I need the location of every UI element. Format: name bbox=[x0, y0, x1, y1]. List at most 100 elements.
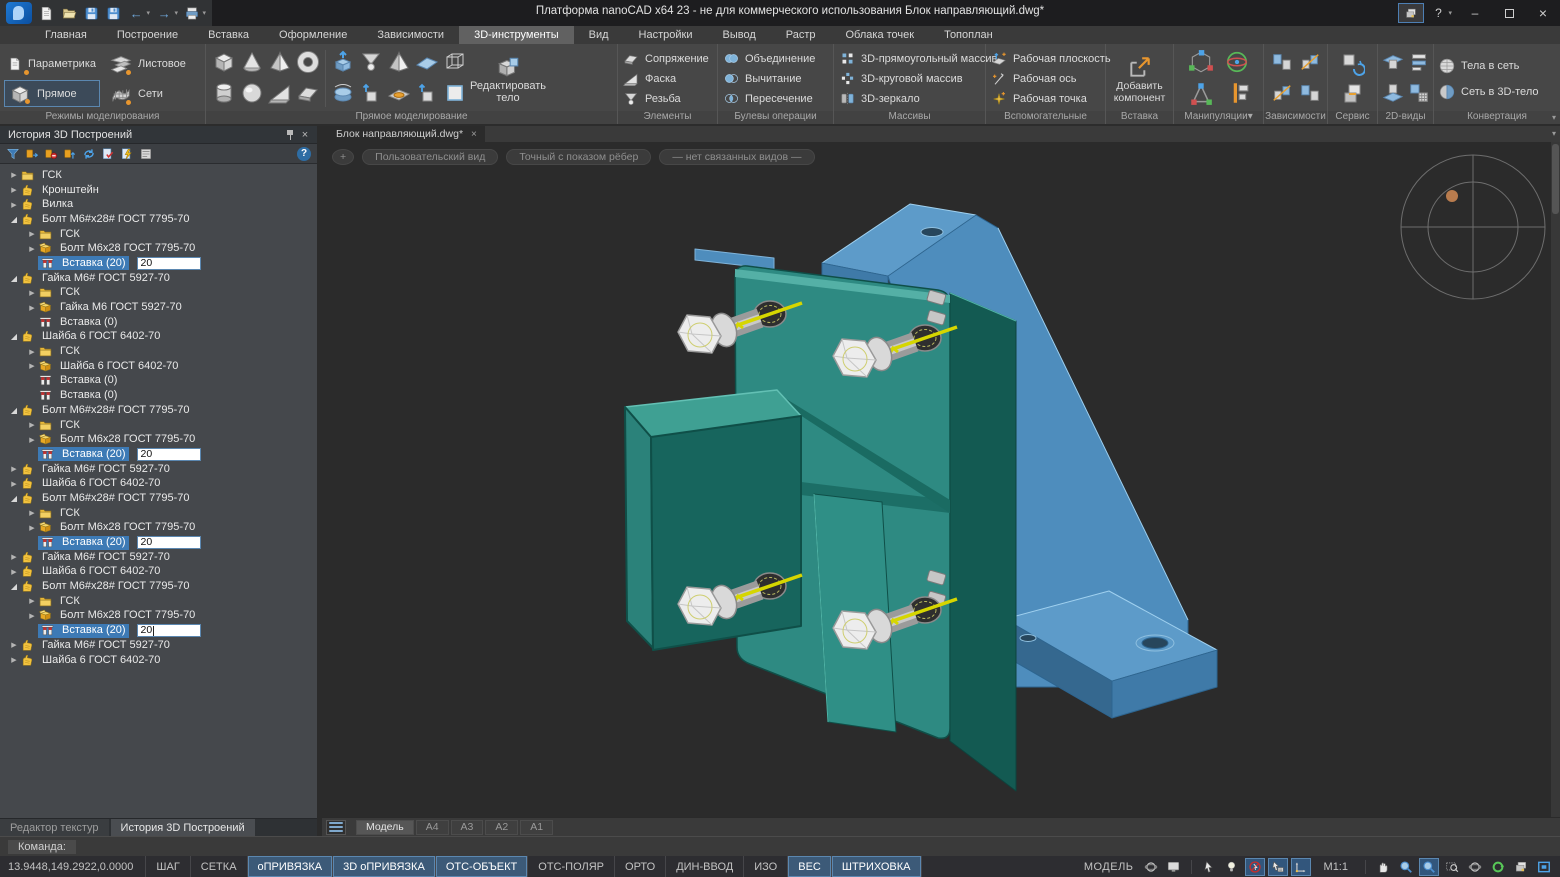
tree-item[interactable]: Вставка (20)20 bbox=[0, 447, 317, 462]
tree-count-input[interactable]: 20 bbox=[137, 624, 201, 637]
layout-list-icon[interactable] bbox=[326, 820, 346, 835]
collapsed-arrow-icon[interactable]: ▶ bbox=[26, 245, 38, 253]
tree-item[interactable]: Вставка (20)20 bbox=[0, 623, 317, 638]
wedge-tool-icon[interactable] bbox=[267, 80, 293, 106]
tree-item[interactable]: ▶ГСК bbox=[0, 506, 317, 521]
ucs-icon[interactable] bbox=[1291, 858, 1311, 876]
redo-icon[interactable]: → bbox=[156, 5, 173, 22]
selection-cursor-icon[interactable] bbox=[1199, 858, 1219, 876]
document-close-icon[interactable]: × bbox=[471, 129, 477, 140]
tree-count-input[interactable]: 20 bbox=[137, 448, 201, 461]
document-tab[interactable]: Блок направляющий.dwg* × bbox=[322, 126, 485, 142]
menu-tab-Главная[interactable]: Главная bbox=[30, 26, 102, 44]
qat-overflow-icon[interactable]: ▾ bbox=[203, 9, 207, 17]
sphere-tool-icon[interactable] bbox=[239, 80, 265, 106]
redo-dropdown-icon[interactable]: ▾ bbox=[175, 9, 179, 17]
print-icon[interactable] bbox=[184, 5, 201, 22]
workspace-switch-button[interactable] bbox=[1398, 3, 1424, 23]
toggle-ДИН-ВВОД[interactable]: ДИН-ВВОД bbox=[666, 856, 744, 877]
expanded-arrow-icon[interactable]: ◢ bbox=[8, 215, 20, 224]
rectangle-tool-icon[interactable] bbox=[442, 80, 468, 106]
collapsed-arrow-icon[interactable]: ▶ bbox=[26, 597, 38, 605]
work-axis-button[interactable]: Рабочая ось bbox=[990, 69, 1111, 89]
tree-item[interactable]: ◢Шайба 6 ГОСТ 6402-70 bbox=[0, 330, 317, 345]
rect-array-button[interactable]: 3D-прямоугольный массив bbox=[838, 49, 997, 69]
panel-tab-История 3D Построений[interactable]: История 3D Построений bbox=[111, 819, 255, 836]
tree-item[interactable]: ▶Болт М6х28 ГОСТ 7795-70 bbox=[0, 241, 317, 256]
constraint-axis-icon[interactable] bbox=[1297, 80, 1323, 106]
ribbon-collapse-icon[interactable]: ▾ bbox=[1552, 113, 1556, 122]
toggle-ВЕС[interactable]: ВЕС bbox=[788, 856, 832, 877]
context-cursor-icon[interactable] bbox=[1268, 858, 1288, 876]
save-icon[interactable] bbox=[83, 5, 100, 22]
tree-item[interactable]: ▶Шайба 6 ГОСТ 6402-70 bbox=[0, 565, 317, 580]
view-projection-icon[interactable] bbox=[1406, 49, 1432, 75]
tree-item[interactable]: Вставка (0) bbox=[0, 315, 317, 330]
orbit-icon[interactable] bbox=[1465, 858, 1485, 876]
tree-item[interactable]: ◢Болт М6#х28# ГОСТ 7795-70 bbox=[0, 579, 317, 594]
view-section-icon[interactable] bbox=[1380, 49, 1406, 75]
toggle-3D оПРИВЯЗКА[interactable]: 3D оПРИВЯЗКА bbox=[333, 856, 436, 877]
tree-item[interactable]: ▶Шайба 6 ГОСТ 6402-70 bbox=[0, 653, 317, 668]
command-prompt[interactable]: Команда: bbox=[8, 840, 76, 854]
toggle-оПРИВЯЗКА[interactable]: оПРИВЯЗКА bbox=[248, 856, 334, 877]
pyramid-tool-icon[interactable] bbox=[267, 49, 293, 75]
annotation-scale[interactable]: М1:1 bbox=[1324, 861, 1348, 873]
collapsed-arrow-icon[interactable]: ▶ bbox=[26, 348, 38, 356]
view-pill[interactable]: — нет связанных видов — bbox=[659, 149, 814, 165]
sweep-tool-icon[interactable] bbox=[358, 80, 384, 106]
work-plane-button[interactable]: Рабочая плоскость bbox=[990, 49, 1111, 69]
collapsed-arrow-icon[interactable]: ▶ bbox=[26, 362, 38, 370]
tree-item[interactable]: ▶Шайба 6 ГОСТ 6402-70 bbox=[0, 476, 317, 491]
toggle-ОРТО[interactable]: ОРТО bbox=[615, 856, 666, 877]
check-document-icon[interactable] bbox=[101, 147, 115, 161]
lightbulb-icon[interactable] bbox=[1222, 858, 1242, 876]
tree-item[interactable]: ▶Шайба 6 ГОСТ 6402-70 bbox=[0, 359, 317, 374]
view-flat-icon[interactable] bbox=[1380, 80, 1406, 106]
tree-item[interactable]: ◢Болт М6#х28# ГОСТ 7795-70 bbox=[0, 212, 317, 227]
close-button[interactable]: × bbox=[1526, 1, 1560, 25]
view-hatch-icon[interactable] bbox=[1406, 80, 1432, 106]
rotate-3d-icon[interactable] bbox=[1224, 49, 1250, 75]
mesh-to-body-button[interactable]: Сеть в 3D-тело bbox=[1438, 82, 1538, 102]
pushpull-tool-icon[interactable] bbox=[330, 49, 356, 75]
tree-item[interactable]: Вставка (20)20 bbox=[0, 256, 317, 271]
collapsed-arrow-icon[interactable]: ▶ bbox=[8, 568, 20, 576]
menu-tab-Настройки[interactable]: Настройки bbox=[624, 26, 708, 44]
menu-tab-Вставка[interactable]: Вставка bbox=[193, 26, 264, 44]
tree-item[interactable]: ▶Гайка М6# ГОСТ 5927-70 bbox=[0, 638, 317, 653]
new-file-icon[interactable] bbox=[38, 5, 55, 22]
fullscreen-icon[interactable] bbox=[1534, 858, 1554, 876]
collapsed-arrow-icon[interactable]: ▶ bbox=[8, 480, 20, 488]
collapsed-arrow-icon[interactable]: ▶ bbox=[26, 304, 38, 312]
sheet-tab-A2[interactable]: A2 bbox=[485, 820, 518, 835]
body-to-mesh-button[interactable]: Тела в сеть bbox=[1438, 56, 1538, 76]
model-space-label[interactable]: МОДЕЛЬ bbox=[1084, 861, 1134, 873]
collapsed-arrow-icon[interactable]: ▶ bbox=[8, 553, 20, 561]
menu-tab-Вывод[interactable]: Вывод bbox=[707, 26, 770, 44]
cylinder-tool-icon[interactable] bbox=[211, 80, 237, 106]
polar-array-button[interactable]: 3D-круговой массив bbox=[838, 69, 997, 89]
collapsed-arrow-icon[interactable]: ▶ bbox=[8, 641, 20, 649]
collapsed-arrow-icon[interactable]: ▶ bbox=[26, 524, 38, 532]
tree-item[interactable]: ▶ГСК bbox=[0, 286, 317, 301]
fillet-button[interactable]: Сопряжение bbox=[622, 49, 709, 69]
toggle-ИЗО[interactable]: ИЗО bbox=[744, 856, 788, 877]
constraint-mate-icon[interactable] bbox=[1269, 49, 1295, 75]
cone-tool-icon[interactable] bbox=[239, 49, 265, 75]
chamfer-button[interactable]: Фаска bbox=[622, 69, 709, 89]
tree-item[interactable]: ▶Гайка М6# ГОСТ 5927-70 bbox=[0, 550, 317, 565]
update-body-icon[interactable] bbox=[1340, 51, 1366, 77]
expanded-arrow-icon[interactable]: ◢ bbox=[8, 332, 20, 341]
minimize-button[interactable]: – bbox=[1458, 1, 1492, 25]
mode-mesh-button[interactable]: Сети bbox=[106, 80, 202, 107]
tree-item[interactable]: Вставка (20)20 bbox=[0, 535, 317, 550]
menu-tab-3D-инструменты[interactable]: 3D-инструменты bbox=[459, 26, 574, 44]
mode-direct-button[interactable]: Прямое bbox=[4, 80, 100, 107]
collapsed-arrow-icon[interactable]: ▶ bbox=[8, 171, 20, 179]
save-all-icon[interactable] bbox=[106, 5, 123, 22]
collapsed-arrow-icon[interactable]: ▶ bbox=[26, 436, 38, 444]
tree-item[interactable]: Вставка (0) bbox=[0, 388, 317, 403]
zoom-rect-icon[interactable] bbox=[1442, 858, 1462, 876]
tree-item[interactable]: ◢Болт М6#х28# ГОСТ 7795-70 bbox=[0, 403, 317, 418]
